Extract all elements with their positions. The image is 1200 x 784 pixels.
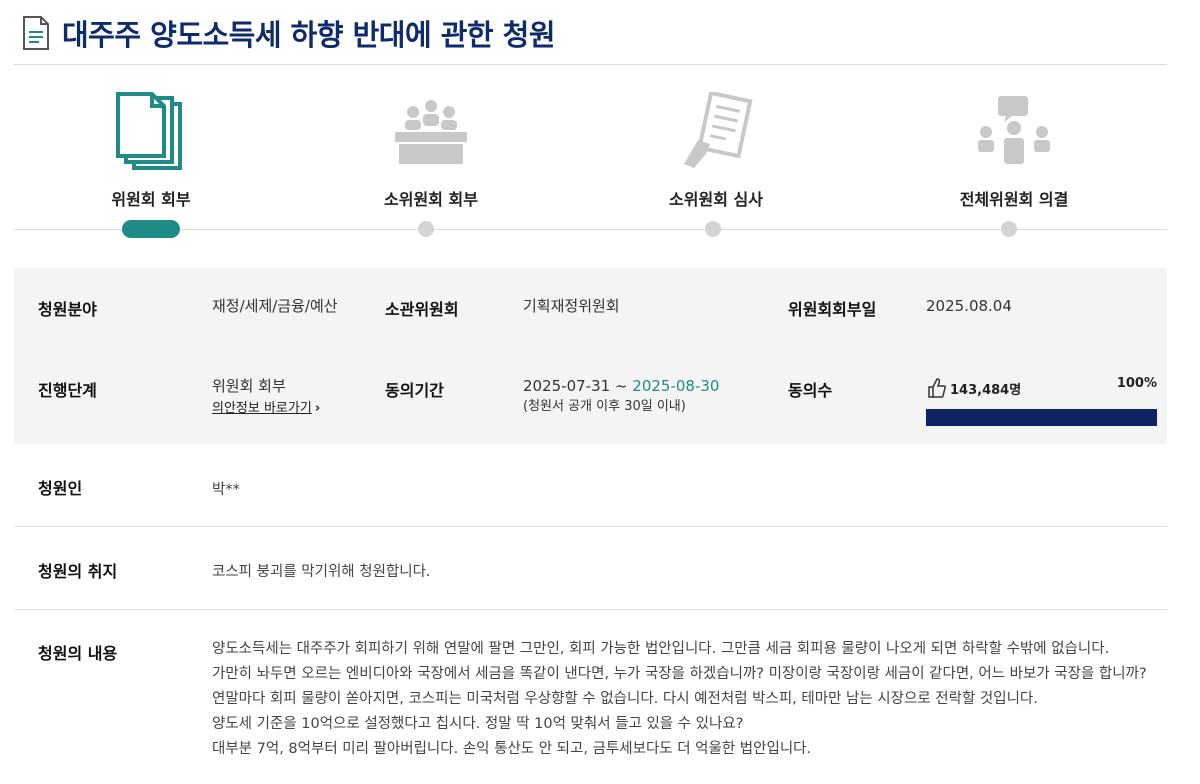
title-divider <box>14 64 1167 65</box>
step-subcommittee-review <box>616 92 816 172</box>
chevron-right-icon: › <box>314 401 321 416</box>
agree-count-wrap: 143,484명 <box>928 378 1021 398</box>
document-icon <box>23 16 49 50</box>
committee-value: 기획재정위원회 <box>523 297 620 315</box>
content-line: 양도세 기준을 10억으로 설정했다고 칩시다. 정말 딱 10억 맞춰서 들고… <box>212 716 744 732</box>
stage-value: 위원회 회부 <box>212 377 286 395</box>
step-committee-referral <box>51 92 251 172</box>
stage-label: 진행단계 <box>38 381 97 400</box>
content-line: 연말마다 회피 물량이 쏟아지면, 코스피는 미국처럼 우상향할 수 없습니다.… <box>212 691 1038 707</box>
group-discussion-icon <box>978 96 1050 164</box>
title-row: 대주주 양도소득세 하향 반대에 관한 청원 <box>22 12 556 54</box>
step-label-full-committee-vote: 전체위원회 의결 <box>959 190 1069 209</box>
content-line: 가만히 놔두면 오르는 엔비디아와 국장에서 세금을 똑같이 낸다면, 누가 국… <box>212 666 1147 682</box>
purpose-value: 코스피 붕괴를 막기위해 청원합니다. <box>212 564 431 580</box>
step-subcommittee-referral <box>331 92 531 172</box>
step-label-subcommittee-review: 소위원회 심사 <box>669 190 763 209</box>
thumbs-up-icon <box>928 378 946 398</box>
documents-icon <box>116 92 182 170</box>
purpose-label: 청원의 취지 <box>38 562 118 581</box>
period-start: 2025-07-31 <box>523 377 611 395</box>
petitioner-label: 청원인 <box>38 479 83 498</box>
bill-info-link-label: 의안정보 바로가기 <box>212 401 312 416</box>
committee-label: 소관위원회 <box>385 300 459 319</box>
step-label-subcommittee-referral: 소위원회 회부 <box>384 190 478 209</box>
agree-count: 143,484명 <box>950 382 1022 398</box>
step-full-committee-vote <box>914 92 1114 172</box>
page-title: 대주주 양도소득세 하향 반대에 관한 청원 <box>62 18 556 52</box>
referral-date-value: 2025.08.04 <box>926 297 1012 315</box>
agree-label: 동의수 <box>788 381 833 400</box>
review-hand-document-icon <box>684 92 753 168</box>
petitioner-value: 박** <box>212 482 240 498</box>
content-label: 청원의 내용 <box>38 644 118 663</box>
step-indicator-dot <box>705 221 721 237</box>
field-value: 재정/세제/금융/예산 <box>212 297 338 315</box>
content-line: 대부분 7억, 8억부터 미리 팔아버립니다. 손익 통산도 안 되고, 금투세… <box>212 741 812 757</box>
agree-percent: 100% <box>1116 376 1157 391</box>
step-indicator-dot <box>418 221 434 237</box>
period-value: 2025-07-31 ~ 2025-08-30 <box>523 378 719 394</box>
referral-date-label: 위원회회부일 <box>788 300 877 319</box>
row-divider <box>14 526 1167 527</box>
step-indicator-dot <box>1001 221 1017 237</box>
bill-info-link[interactable]: 의안정보 바로가기 › <box>212 397 320 416</box>
period-label: 동의기간 <box>385 381 444 400</box>
period-separator: ~ <box>610 377 633 395</box>
agree-progress-bar <box>926 409 1157 426</box>
field-label: 청원분야 <box>38 300 97 319</box>
step-label-committee-referral: 위원회 회부 <box>111 190 191 209</box>
meeting-table-icon <box>395 100 467 164</box>
stepper-line <box>14 229 1167 230</box>
step-indicator-active <box>122 220 180 238</box>
period-note: (청원서 공개 이후 30일 이내) <box>523 399 686 414</box>
period-end: 2025-08-30 <box>632 377 720 395</box>
content-body: 양도소득세는 대주주가 회피하기 위해 연말에 팔면 그만인, 회피 가능한 법… <box>212 637 1147 762</box>
row-divider <box>14 609 1167 610</box>
content-line: 양도소득세는 대주주가 회피하기 위해 연말에 팔면 그만인, 회피 가능한 법… <box>212 641 1110 657</box>
